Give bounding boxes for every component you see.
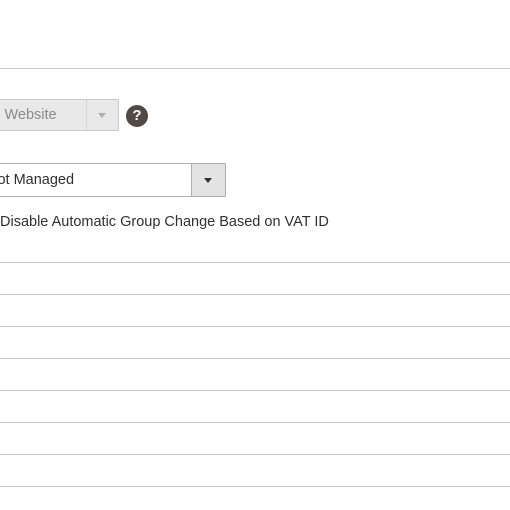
field-row-divider	[0, 358, 510, 359]
associate-to-website-select[interactable]: Main Website	[0, 99, 119, 131]
field-row-divider	[0, 422, 510, 423]
field-row-divider	[0, 294, 510, 295]
website-select-value: Main Website	[0, 107, 57, 123]
field-row-divider	[0, 390, 510, 391]
field-row-divider	[0, 326, 510, 327]
group-select-value-area: Not Managed	[0, 164, 191, 196]
website-select-value-area: Main Website	[0, 100, 85, 130]
section-divider	[0, 68, 510, 69]
disable-auto-group-change-label[interactable]: Disable Automatic Group Change Based on …	[0, 212, 329, 232]
group-select-toggle[interactable]	[191, 164, 225, 196]
group-select[interactable]: Not Managed	[0, 163, 226, 197]
group-select-value: Not Managed	[0, 172, 75, 188]
field-row-divider	[0, 262, 510, 263]
question-icon[interactable]: ?	[126, 105, 148, 127]
field-row-divider	[0, 454, 510, 455]
chevron-down-icon	[98, 113, 106, 118]
field-row-divider	[0, 486, 510, 487]
website-select-toggle[interactable]	[86, 100, 118, 130]
customer-account-form: Main Website ? Not Managed Disable Autom…	[0, 0, 510, 510]
chevron-down-icon	[204, 178, 212, 183]
